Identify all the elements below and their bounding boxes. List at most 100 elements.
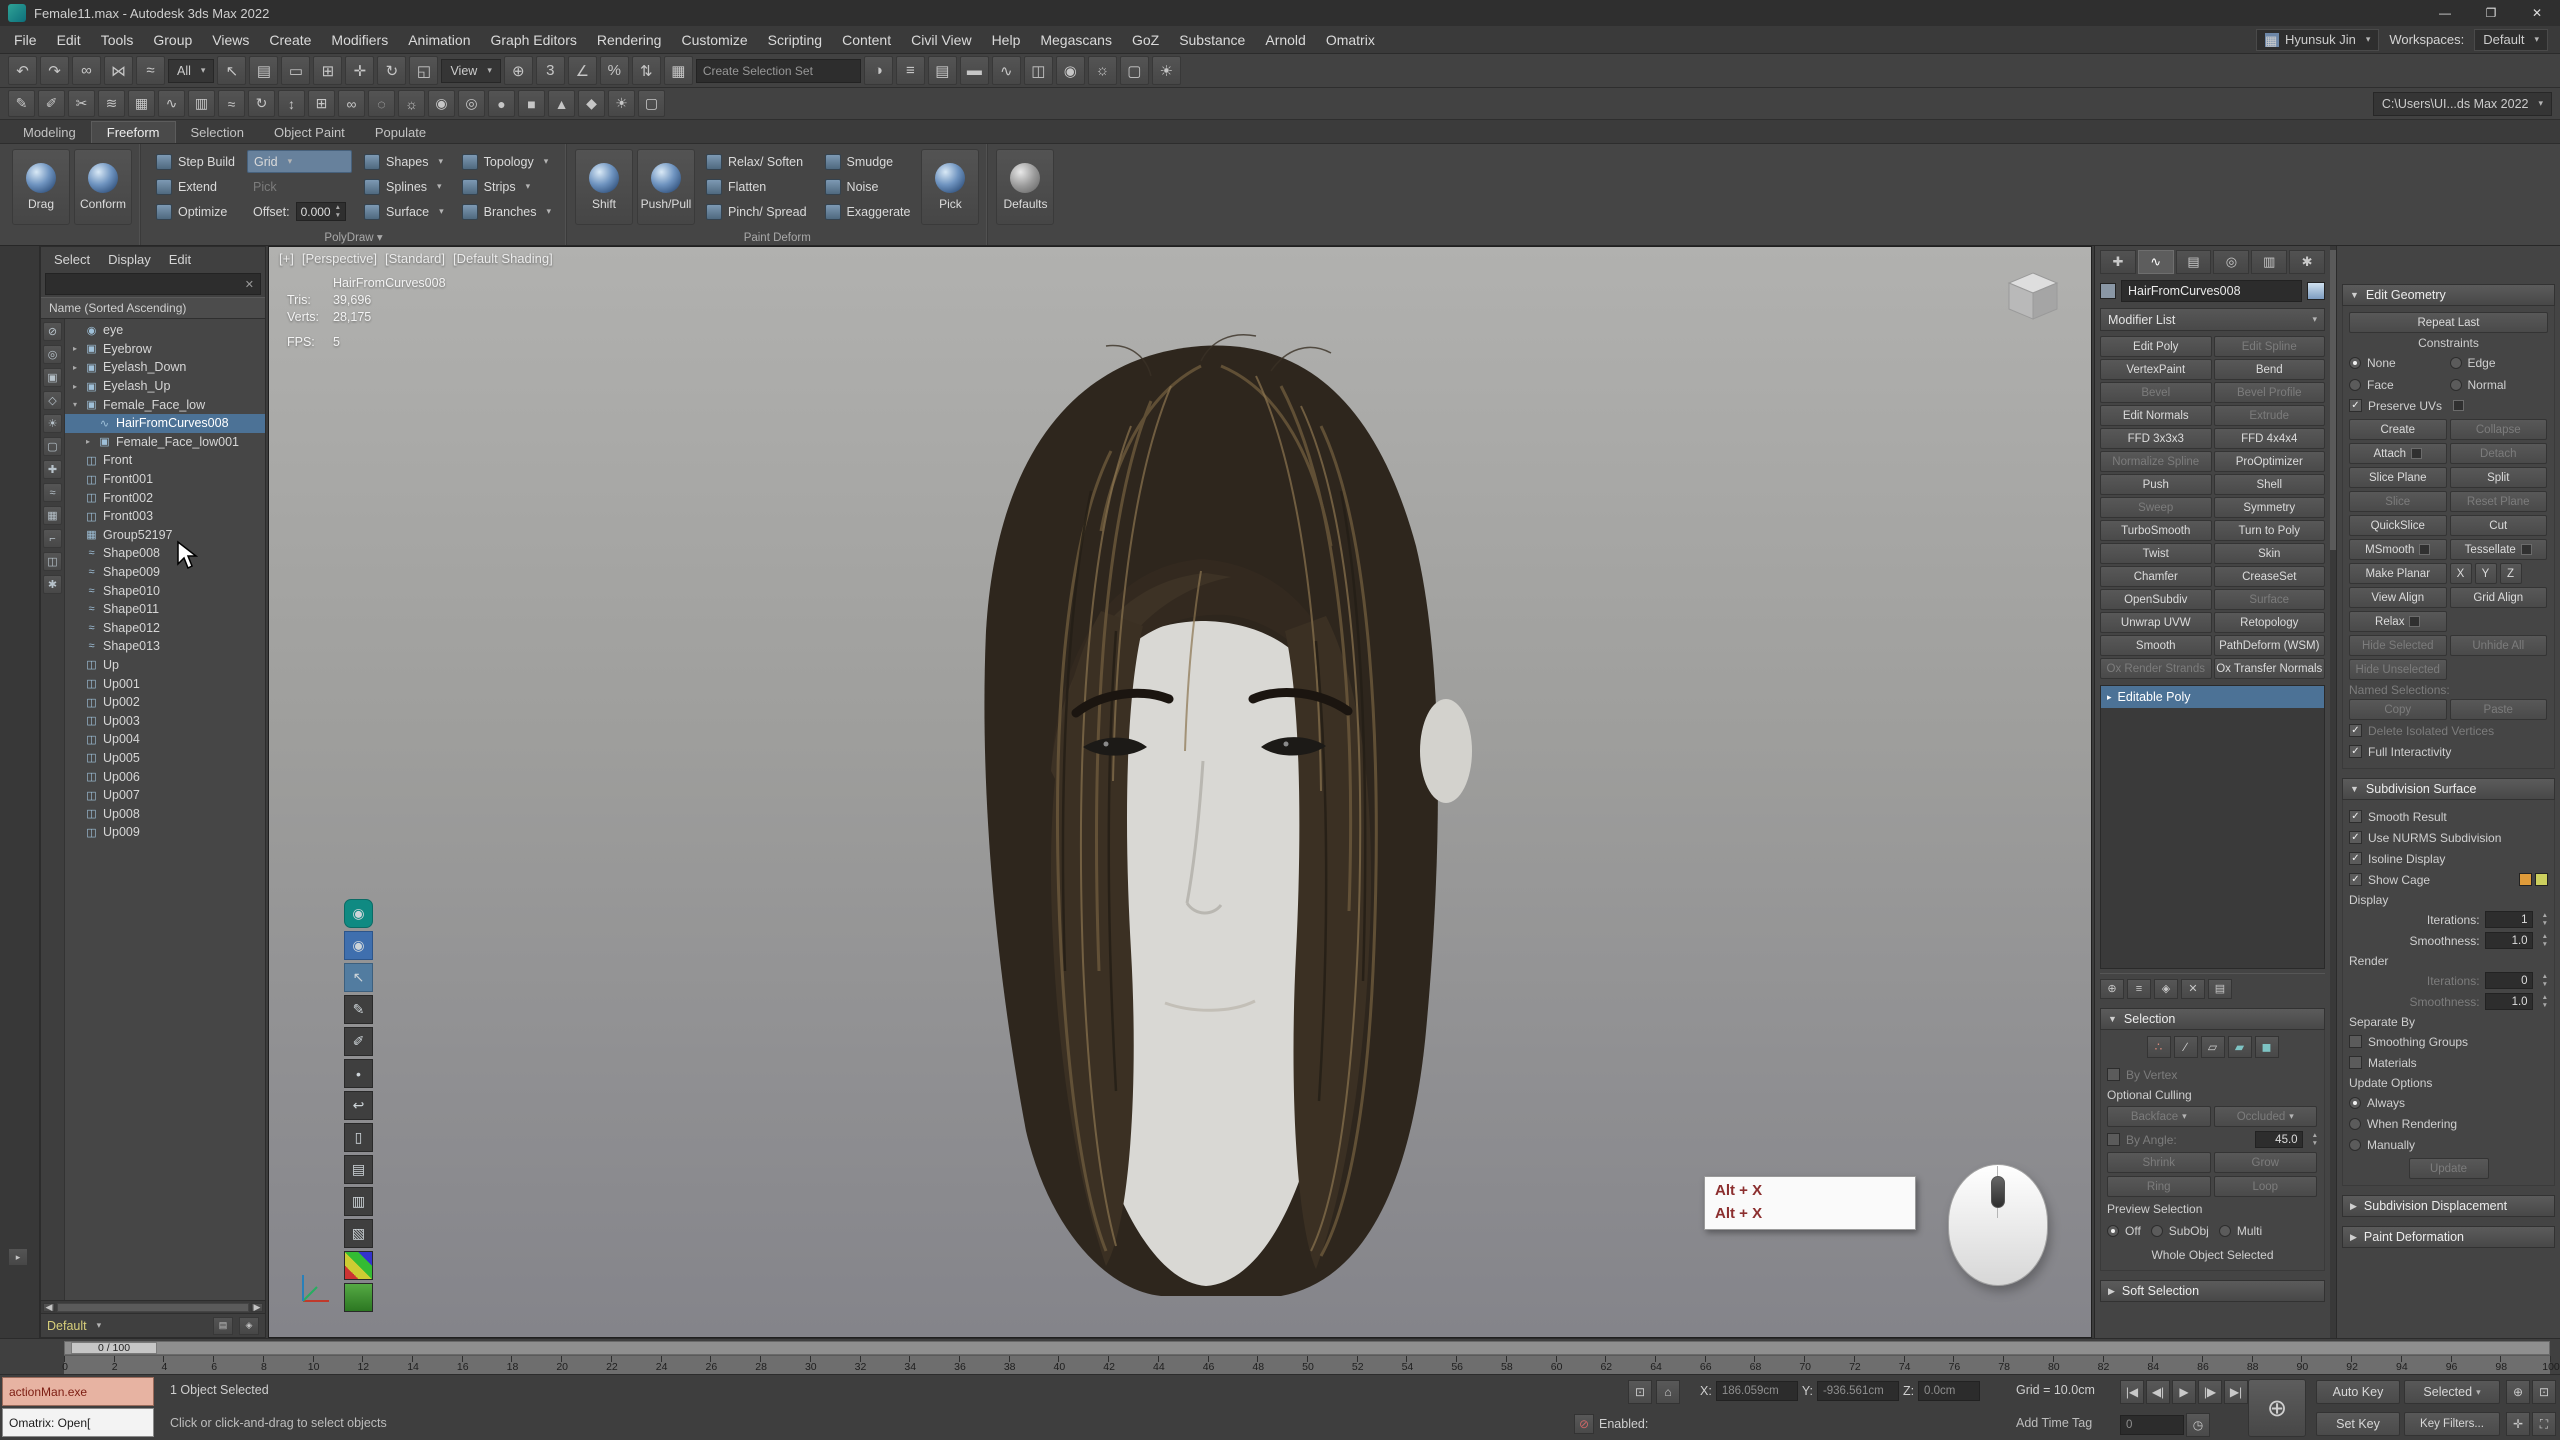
drag-button[interactable]: Drag [12, 149, 70, 225]
modifier-button[interactable]: OpenSubdiv [2100, 589, 2212, 610]
subdivision-surface-rollout-header[interactable]: ▼ Subdivision Surface [2342, 778, 2555, 800]
close-icon[interactable]: ✕ [2514, 0, 2560, 26]
sphere-primitive-icon[interactable]: ● [488, 90, 515, 117]
modifier-button[interactable]: Turn to Poly [2214, 520, 2326, 541]
push-pull-brush-button[interactable]: Push/Pull [637, 149, 695, 225]
polydraw-group-label[interactable]: PolyDraw ▾ [141, 230, 566, 244]
ribbon-tab[interactable]: Object Paint [259, 121, 360, 143]
guides-from-surface-icon[interactable]: ▥ [188, 90, 215, 117]
smooth-result-checkbox[interactable] [2349, 810, 2362, 823]
display-tab-icon[interactable]: ▥ [2251, 250, 2287, 274]
utilities-tab-icon[interactable]: ✱ [2289, 250, 2325, 274]
edit-geometry-button[interactable]: X [2450, 563, 2472, 584]
render-smoothness-spinner[interactable]: 1.0 [2485, 993, 2533, 1010]
modifier-button[interactable]: Normalize Spline [2100, 451, 2212, 472]
scene-object-row[interactable]: ≈ Shape011 [65, 600, 265, 619]
ribbon-tab[interactable]: Selection [176, 121, 259, 143]
edit-geometry-button[interactable]: Grid Align [2450, 587, 2548, 608]
modifier-button[interactable]: CreaseSet [2214, 566, 2326, 587]
motion-tab-icon[interactable]: ◎ [2213, 250, 2249, 274]
collision-icon[interactable]: ◌ [368, 90, 395, 117]
update-always-radio[interactable] [2349, 1097, 2361, 1109]
filter-groups-icon[interactable]: ▦ [43, 506, 62, 525]
explorer-select-none-icon[interactable]: ⊘ [43, 322, 62, 341]
render-setup-icon[interactable]: ☼ [1088, 56, 1117, 85]
edit-geometry-button[interactable]: View Align [2349, 587, 2447, 608]
loop-button[interactable]: Loop [2214, 1176, 2318, 1197]
menu-item[interactable]: Megascans [1030, 32, 1122, 48]
soft-selection-rollout-header[interactable]: ▶ Soft Selection [2100, 1280, 2325, 1302]
modifier-button[interactable]: Skin [2214, 543, 2326, 564]
viewcube[interactable] [2001, 269, 2065, 323]
add-time-tag[interactable]: Add Time Tag [2016, 1416, 2092, 1430]
snaps-toggle-3d-icon[interactable]: 3 [536, 56, 565, 85]
expand-arrow-icon[interactable]: ▸ [70, 382, 80, 391]
paste-named-selection-button[interactable]: Paste [2450, 699, 2548, 720]
menu-item[interactable]: Modifiers [321, 32, 398, 48]
time-configuration-icon[interactable]: ◷ [2186, 1413, 2210, 1437]
filter-lights-icon[interactable]: ☀ [43, 414, 62, 433]
y-coordinate-field[interactable]: -936.561cm [1817, 1381, 1899, 1401]
expand-arrow-icon[interactable]: ▸ [70, 344, 80, 353]
conform-button[interactable]: Conform [74, 149, 132, 225]
constraint-radio[interactable]: Face [2349, 374, 2447, 395]
comb-icon[interactable]: ≋ [98, 90, 125, 117]
edit-geometry-button[interactable]: Slice Plane [2349, 467, 2447, 488]
polydraw-button[interactable]: Optimize [150, 200, 241, 223]
menu-item[interactable]: Group [143, 32, 202, 48]
render-iterations-spinner[interactable]: 0 [2485, 972, 2533, 989]
go-to-end-icon[interactable]: ▶| [2224, 1380, 2248, 1404]
select-and-move-icon[interactable]: ✛ [345, 56, 374, 85]
pick-surface-button[interactable]: Pick [247, 175, 352, 198]
selected-keyset-dropdown[interactable]: Selected▾ [2404, 1380, 2500, 1404]
dynamics-icon[interactable]: ∞ [338, 90, 365, 117]
undo-icon[interactable]: ↶ [8, 56, 37, 85]
brush-tool-icon[interactable]: ✎ [344, 995, 373, 1024]
clear-search-icon[interactable]: ✕ [245, 278, 254, 291]
print-icon[interactable]: ▤ [344, 1155, 373, 1184]
modifier-button[interactable]: Ox Render Strands [2100, 658, 2212, 679]
filter-frozen-icon[interactable]: ✱ [43, 575, 62, 594]
scroll-right-icon[interactable]: ▶ [251, 1303, 263, 1312]
polydraw-button[interactable]: Step Build [150, 150, 241, 173]
scene-object-row[interactable]: ◫ Up005 [65, 749, 265, 768]
bake-hair-icon[interactable]: ◉ [428, 90, 455, 117]
project-path-dropdown[interactable]: C:\Users\UI...ds Max 2022▾ [2373, 92, 2552, 116]
maximize-viewport-icon[interactable]: ⛶ [2532, 1412, 2556, 1436]
filter-geometry-icon[interactable]: ▣ [43, 368, 62, 387]
edit-geometry-button[interactable]: Make Planar [2349, 563, 2447, 584]
spinner-arrows-icon[interactable]: ▲▼ [335, 204, 341, 218]
scene-object-row[interactable]: ▦ Group52197 [65, 526, 265, 545]
modifier-button[interactable]: Symmetry [2214, 497, 2326, 518]
use-nurms-checkbox[interactable] [2349, 831, 2362, 844]
user-account-button[interactable]: ▦ Hyunsuk Jin▾ [2256, 29, 2379, 51]
edit-geometry-button[interactable]: Hide Unselected [2349, 659, 2447, 680]
modifier-button[interactable]: Smooth [2100, 635, 2212, 656]
menu-item[interactable]: Views [202, 32, 259, 48]
teapot-primitive-icon[interactable]: ◆ [578, 90, 605, 117]
edit-geometry-button[interactable]: Attach [2349, 443, 2447, 464]
scene-object-row[interactable]: ◫ Up006 [65, 767, 265, 786]
paint-deform-button[interactable]: Exaggerate [819, 200, 917, 223]
modifier-button[interactable]: FFD 4x4x4 [2214, 428, 2326, 449]
go-to-start-icon[interactable]: |◀ [2120, 1380, 2144, 1404]
modifier-button[interactable]: Unwrap UVW [2100, 612, 2212, 633]
filter-helpers-icon[interactable]: ✚ [43, 460, 62, 479]
stack-entry[interactable]: ▸ Editable Poly [2101, 686, 2324, 708]
wirecolor-swatch[interactable] [2307, 282, 2325, 300]
scene-object-row[interactable]: ▸ ▣ Female_Face_low001 [65, 433, 265, 452]
scrollbar-thumb[interactable] [57, 1303, 249, 1312]
layer-explorer-icon[interactable]: ▤ [928, 56, 957, 85]
time-slider-track[interactable]: 0 / 100 [64, 1341, 2550, 1355]
backface-culling-dropdown[interactable]: Backface▾ [2107, 1106, 2211, 1127]
curve-editor-icon[interactable]: ∿ [992, 56, 1021, 85]
expand-arrow-icon[interactable]: ▾ [70, 400, 80, 409]
shrink-button[interactable]: Shrink [2107, 1152, 2211, 1173]
isoline-display-checkbox[interactable] [2349, 852, 2362, 865]
percent-snap-icon[interactable]: % [600, 56, 629, 85]
delete-stroke-icon[interactable]: ▯ [344, 1123, 373, 1152]
scene-object-row[interactable]: ≈ Shape009 [65, 563, 265, 582]
filter-containers-icon[interactable]: ◫ [43, 552, 62, 571]
brush-strands-icon[interactable]: ✐ [38, 90, 65, 117]
ribbon-tab[interactable]: Populate [360, 121, 441, 143]
